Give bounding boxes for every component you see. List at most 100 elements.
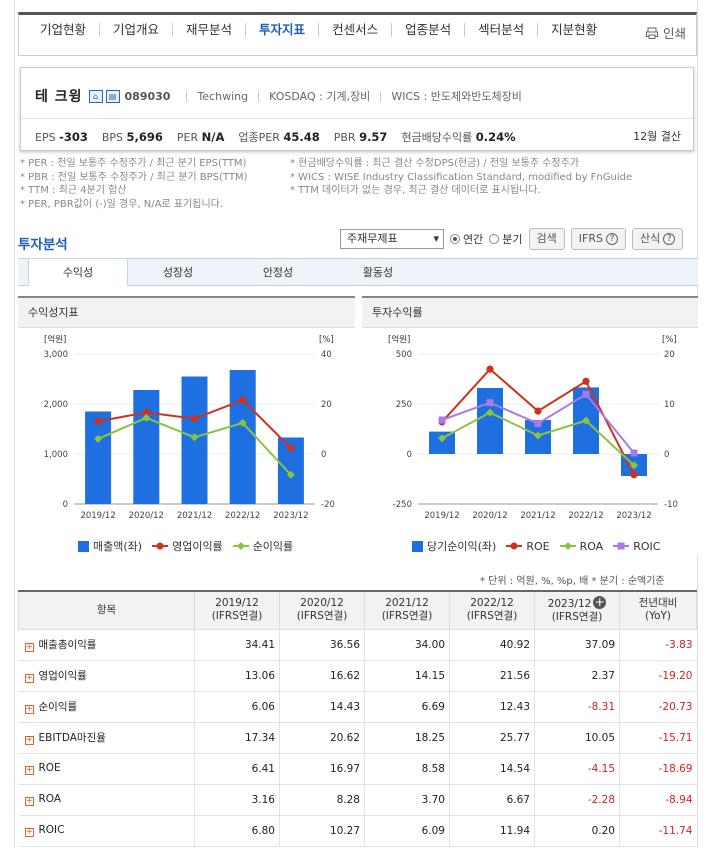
period-label: 2020/12 <box>300 597 344 610</box>
company-stats: EPS -303 BPS 5,696 PER N/A 업종PER 45.48 PBR 9… <box>21 118 693 145</box>
notes-left: * PER : 전일 보통주 수정주가 / 최근 분기 EPS(TTM) * PB… <box>20 157 248 211</box>
stat-5: 현금배당수익률 0.24% <box>401 129 515 145</box>
nav-item-4[interactable]: 컨센서스 <box>319 23 393 37</box>
legend-item[interactable]: 당기순이익(좌) <box>412 538 496 554</box>
table-cell: 6.41 <box>194 753 280 785</box>
legend-item[interactable]: 영업이익률 <box>152 538 223 554</box>
radio-annual-dot[interactable] <box>450 234 460 244</box>
report-icon[interactable]: ▤ <box>105 89 120 103</box>
y-left-tick: 2,000 <box>44 400 68 410</box>
table-header: 항목 2019/12 (IFRS연결) 2020/12 (IFRS연결) 2021/12(… <box>18 590 697 630</box>
add-column-icon[interactable]: + <box>593 596 607 610</box>
table-cell: 10.27 <box>279 815 365 847</box>
nav-item-1[interactable]: 기업개요 <box>100 23 174 37</box>
point <box>582 390 590 398</box>
print-button[interactable]: 인쇄 <box>645 23 686 42</box>
y-right-label: [%] <box>662 335 677 345</box>
nav-item-5[interactable]: 업종분석 <box>392 23 466 37</box>
table-cell: -8.31 <box>534 691 620 723</box>
nav-item-3[interactable]: 투자지표 <box>246 23 320 37</box>
point <box>438 416 446 424</box>
table-cell: 3.16 <box>194 784 280 816</box>
table-cell: 11.94 <box>449 815 535 847</box>
row-label[interactable]: + ROIC <box>18 815 195 847</box>
note-line: * PER, PBR값이 (-)일 경우, N/A로 표기됩니다. <box>20 198 224 210</box>
col-header-yoy: 전년대비 (YoY) <box>619 590 697 630</box>
note-line: * TTM 데이터가 없는 경우, 최근 결산 데이터로 표시됩니다. <box>290 185 541 196</box>
print-icon <box>645 27 658 39</box>
x-tick: 2023/12 <box>273 511 308 521</box>
radio-annual[interactable]: 연간 <box>450 231 483 247</box>
nav-item-7[interactable]: 지분현황 <box>538 23 610 37</box>
row-label[interactable]: + EBITDA마진율 <box>18 722 195 754</box>
section-title: 투자분석 <box>18 237 68 253</box>
period-label: 2022/12 <box>470 597 514 610</box>
legend-item[interactable]: 순이익률 <box>232 538 294 554</box>
legend-label: 순이익률 <box>252 540 294 553</box>
row-label[interactable]: + ROE <box>18 753 195 785</box>
table-cell: 6.80 <box>194 815 280 847</box>
stat-2: PER N/A <box>177 130 224 144</box>
legend-label: 당기순이익(좌) <box>427 540 497 553</box>
row-label[interactable]: + 매출총이익률 <box>18 629 195 661</box>
tab-3[interactable]: 활동성 <box>328 259 428 286</box>
table-cell: 8.28 <box>279 784 365 816</box>
row-label[interactable]: + 영업이익률 <box>18 660 195 692</box>
home-icon[interactable]: ⌂ <box>88 89 103 103</box>
row-label[interactable]: + 순이익률 <box>18 691 195 723</box>
legend-label: ROIC <box>633 539 661 553</box>
y-left-label: [억원] <box>44 334 66 345</box>
row-label-text: ROA <box>38 793 62 805</box>
tab-0[interactable]: 수익성 <box>28 258 128 286</box>
formula-button[interactable]: 산식? <box>631 228 684 250</box>
row-label[interactable]: + ROA <box>18 784 195 816</box>
ifrs-button[interactable]: IFRS? <box>570 228 626 250</box>
table-cell: -2.28 <box>534 784 620 816</box>
x-tick: 2021/12 <box>177 511 212 521</box>
nav-item-6[interactable]: 섹터분석 <box>465 23 539 37</box>
legend-swatch <box>152 542 169 550</box>
table-cell: 16.97 <box>279 753 365 785</box>
legend-item[interactable]: ROE <box>506 540 550 553</box>
chart-panel-profitability: 수익성지표 [억원] [%] 3,000 40 2,000 20 1,000 0 0 -20 201… <box>18 296 355 556</box>
stat-label: PER <box>176 131 202 144</box>
table-cell: 6.09 <box>364 815 450 847</box>
expand-icon[interactable]: + <box>24 736 34 745</box>
nav-item-2[interactable]: 재무분석 <box>173 23 247 37</box>
statement-select[interactable]: 주재무제표 <box>340 229 444 249</box>
basis-label: (IFRS연결) <box>551 611 603 624</box>
table-row: + 순이익률 6.06 14.43 6.69 12.43 -8.31 -20.73 <box>18 691 697 723</box>
nav-item-0[interactable]: 기업현황 <box>27 23 101 37</box>
y-left-tick: 0 <box>407 450 412 460</box>
expand-icon[interactable]: + <box>24 643 34 652</box>
legend-swatch <box>412 540 423 552</box>
row-label-text: EBITDA마진율 <box>38 732 106 744</box>
bar <box>477 388 503 454</box>
stat-4: PBR 9.57 <box>334 130 388 144</box>
legend-item[interactable]: 매출액(좌) <box>78 538 142 554</box>
stat-value: -303 <box>59 130 88 144</box>
point <box>190 415 199 423</box>
expand-icon[interactable]: + <box>24 828 34 837</box>
bar <box>85 411 112 504</box>
x-tick: 2019/12 <box>424 511 459 521</box>
expand-icon[interactable]: + <box>24 674 34 683</box>
tab-2[interactable]: 안정성 <box>228 259 328 286</box>
expand-icon[interactable]: + <box>24 766 34 775</box>
point <box>287 444 295 452</box>
print-label: 인쇄 <box>662 26 686 41</box>
y-right-label: [%] <box>319 335 334 345</box>
stat-3: 업종PER 45.48 <box>238 129 319 145</box>
company-market: KOSDAQ : 기계,장비 <box>258 90 380 102</box>
expand-icon[interactable]: + <box>24 797 34 806</box>
legend-item[interactable]: ROIC <box>613 540 660 553</box>
stat-label: EPS <box>35 131 60 144</box>
legend-item[interactable]: ROA <box>559 540 603 553</box>
tab-1[interactable]: 성장성 <box>128 259 228 286</box>
stat-value: 45.48 <box>283 130 320 144</box>
table-cell: 17.34 <box>194 722 280 754</box>
radio-quarter[interactable]: 분기 <box>489 231 523 247</box>
expand-icon[interactable]: + <box>24 705 34 714</box>
radio-quarter-dot[interactable] <box>489 234 500 244</box>
search-button[interactable]: 검색 <box>528 228 565 250</box>
